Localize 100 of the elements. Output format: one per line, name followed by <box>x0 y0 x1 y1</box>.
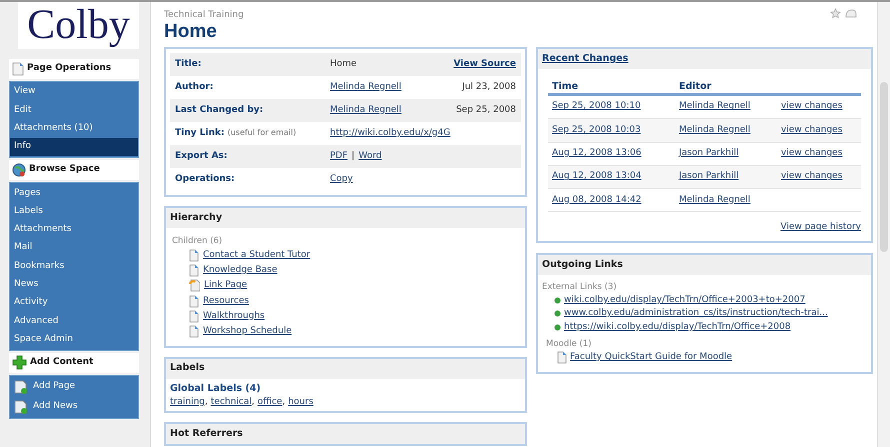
field-value: Home <box>330 58 357 71</box>
time-link[interactable]: Aug 08, 2008 14:42 <box>552 194 642 205</box>
sidebar-item[interactable]: Attachments (10) <box>10 120 138 138</box>
time-link[interactable]: Sep 25, 2008 10:03 <box>552 124 641 135</box>
item-label: Add News <box>33 400 78 414</box>
field-label: Operations: <box>175 172 235 186</box>
sidebar-item[interactable]: Activity <box>10 294 138 312</box>
page-icon <box>189 310 199 324</box>
page-icon <box>189 294 199 308</box>
editor-link[interactable]: Melinda Regnell <box>679 194 750 205</box>
child-page-link[interactable]: Knowledge Base <box>203 264 278 278</box>
page-icon <box>189 325 199 338</box>
external-link[interactable]: https://wiki.colby.edu/display/TechTrn/Office+2008 <box>564 320 791 334</box>
field-label: Tiny Link: <box>175 126 224 140</box>
sidebar-item[interactable]: Space Admin <box>10 330 138 349</box>
child-page-link[interactable]: Contact a Student Tutor <box>203 248 310 262</box>
sidebar-item[interactable]: Attachments <box>10 220 138 240</box>
view-history-link[interactable]: View page history <box>780 221 861 235</box>
panel-title: Hierarchy <box>170 210 222 225</box>
page-icon <box>12 62 24 76</box>
external-link[interactable]: www.colby.edu/administration_cs/its/instruction/tech-trai... <box>564 307 828 321</box>
editor-link[interactable]: Melinda Regnell <box>679 101 750 112</box>
sidebar-item[interactable]: Pages <box>10 184 138 202</box>
view-changes-link[interactable]: view changes <box>781 124 842 138</box>
time-link[interactable]: Aug 12, 2008 13:06 <box>552 148 642 158</box>
add-page-icon <box>14 400 28 414</box>
view-changes-link[interactable]: view changes <box>781 100 842 114</box>
time-link[interactable]: Aug 12, 2008 13:04 <box>552 171 642 182</box>
sidebar-item[interactable]: Bookmarks <box>10 257 138 276</box>
page-icon <box>189 248 199 262</box>
field-value: | <box>352 150 355 163</box>
editor-link[interactable]: Melinda Regnell <box>679 124 750 135</box>
sidebar-item[interactable]: Info <box>10 138 138 156</box>
globe-icon <box>12 163 26 178</box>
panel-title-link[interactable]: Recent Changes <box>542 52 628 66</box>
sidebar-item[interactable]: View <box>10 83 138 102</box>
editor-link[interactable]: Jason Parkhill <box>679 171 739 182</box>
sidebar-item[interactable]: Advanced <box>10 312 138 331</box>
group-label: Moodle (1) <box>546 338 592 351</box>
field-label: Export As: <box>175 150 228 163</box>
field-link[interactable]: http://wiki.colby.edu/x/g4G <box>330 126 450 140</box>
external-link[interactable]: wiki.colby.edu/display/TechTrn/Office+2003+to+2007 <box>564 294 806 308</box>
child-page-link[interactable]: Walkthroughs <box>203 310 265 324</box>
view-changes-link[interactable]: view changes <box>781 146 842 160</box>
panel-title: Hot Referrers <box>170 427 243 442</box>
sidebar-item[interactable]: News <box>10 276 138 294</box>
field-link[interactable]: Melinda Regnell <box>330 104 402 118</box>
sidebar-item[interactable]: Mail <box>10 239 138 258</box>
page-icon <box>189 264 199 278</box>
label-link[interactable]: technical <box>210 396 252 410</box>
section-title: Browse Space <box>29 163 100 176</box>
group-label: Global Labels (4) <box>170 382 261 396</box>
section-title: Add Content <box>30 356 94 370</box>
external-link[interactable]: Faculty QuickStart Guide for Moodle <box>570 350 732 364</box>
date-text: Sep 25, 2008 <box>456 104 516 117</box>
field-link[interactable]: Melinda Regnell <box>330 80 402 94</box>
editor-link[interactable]: Jason Parkhill <box>679 148 739 158</box>
child-page-link[interactable]: Workshop Schedule <box>203 325 292 339</box>
sidebar-item[interactable]: Add Page <box>10 376 138 397</box>
column-header: Editor <box>679 80 712 94</box>
bullet-icon <box>554 310 561 318</box>
field-link[interactable]: PDF <box>330 150 348 164</box>
label-link[interactable]: hours <box>288 396 314 410</box>
separator: , <box>252 396 255 409</box>
field-link[interactable]: Copy <box>330 172 353 186</box>
star-icon[interactable] <box>830 8 841 19</box>
sidebar-item[interactable]: Labels <box>10 202 138 221</box>
column-header: Time <box>552 80 580 94</box>
page-title: Home <box>164 21 217 43</box>
panel-title: Outgoing Links <box>542 258 623 272</box>
sidebar-item[interactable]: Edit <box>10 101 138 120</box>
field-note: (useful for email) <box>227 126 296 139</box>
item-label: Add Page <box>33 380 76 394</box>
scrollbar[interactable] <box>877 2 890 447</box>
field-label: Author: <box>175 80 214 94</box>
field-label: Title: <box>175 58 202 71</box>
sidebar-item[interactable]: Add News <box>10 396 138 417</box>
logo-text: Colby <box>27 2 130 48</box>
separator: , <box>282 396 286 409</box>
section-title: Page Operations <box>27 62 112 76</box>
link-page-icon <box>189 279 200 292</box>
date-text: Jul 23, 2008 <box>462 80 516 94</box>
plus-icon <box>12 355 27 370</box>
group-label: External Links (3) <box>542 280 617 294</box>
label-link[interactable]: training <box>170 396 205 410</box>
bullet-icon <box>554 296 561 304</box>
child-page-link[interactable]: Link Page <box>204 279 248 293</box>
field-link[interactable]: Word <box>358 150 382 164</box>
view-source-link[interactable]: View Source <box>454 58 516 72</box>
bullet-icon <box>554 324 561 331</box>
breadcrumb: Technical Training <box>164 9 244 21</box>
page-icon <box>557 351 567 364</box>
field-label: Last Changed by: <box>175 104 264 117</box>
add-page-icon <box>14 380 28 394</box>
child-page-link[interactable]: Resources <box>203 294 249 308</box>
label-link[interactable]: office <box>258 396 282 410</box>
view-changes-link[interactable]: view changes <box>781 170 842 184</box>
time-link[interactable]: Sep 25, 2008 10:10 <box>552 101 641 112</box>
separator: , <box>204 396 208 409</box>
group-label: Children (6) <box>172 235 222 248</box>
